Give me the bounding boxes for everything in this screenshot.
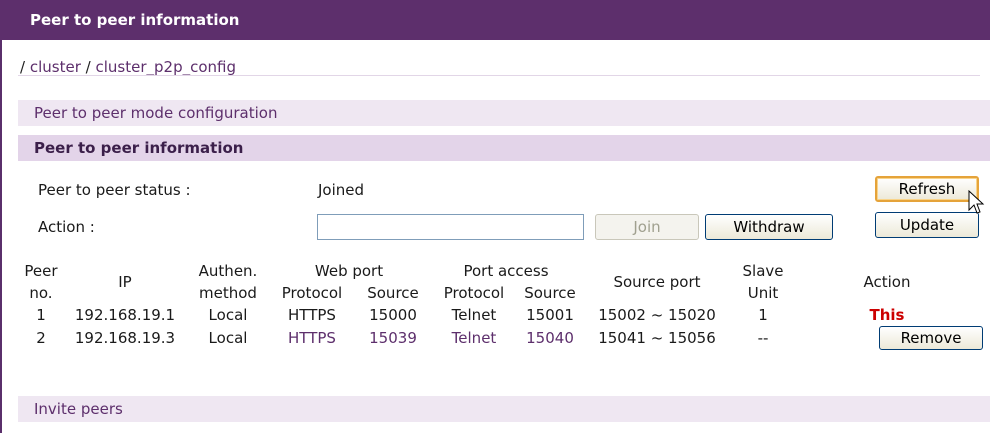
breadcrumb: / cluster / cluster_p2p_config: [20, 58, 236, 76]
remove-peer-button[interactable]: Remove: [879, 326, 983, 350]
table-row: 2 192.168.19.3 Local HTTPS 15039 Telnet …: [20, 326, 983, 350]
peer-no: 2: [36, 329, 46, 347]
peers-table: Peer IP Authen. Web port Port access Sou…: [20, 260, 983, 350]
peer-ip: 192.168.19.3: [74, 329, 176, 347]
col-header-access-source: Source: [524, 284, 576, 302]
slave-unit: 1: [758, 306, 768, 324]
source-port: 15002 ~ 15020: [598, 306, 716, 324]
web-source-link[interactable]: 15039: [356, 326, 430, 350]
auth-method: Local: [208, 306, 248, 324]
col-header-ip: IP: [118, 273, 132, 291]
col-header-source-port: Source port: [613, 273, 701, 291]
section-p2p-information: Peer to peer information: [18, 135, 990, 161]
access-protocol-link[interactable]: Telnet: [430, 326, 518, 350]
join-button[interactable]: Join: [595, 214, 699, 240]
web-source: 15000: [369, 306, 417, 324]
col-header-port-access: Port access: [463, 262, 549, 280]
web-protocol-link[interactable]: HTTPS: [268, 326, 356, 350]
access-protocol: Telnet: [451, 306, 497, 324]
breadcrumb-link-cluster-p2p-config[interactable]: cluster_p2p_config: [95, 58, 236, 76]
update-button[interactable]: Update: [875, 212, 979, 238]
breadcrumb-link-cluster[interactable]: cluster: [30, 58, 81, 76]
peer-ip: 192.168.19.1: [74, 306, 176, 324]
status-label: Peer to peer status :: [38, 181, 191, 199]
col-header-access-protocol: Protocol: [443, 284, 505, 302]
auth-method: Local: [208, 329, 248, 347]
peer-no: 1: [36, 306, 46, 324]
breadcrumb-divider: [18, 75, 980, 76]
withdraw-button[interactable]: Withdraw: [705, 214, 833, 240]
action-label: Action :: [38, 218, 95, 236]
web-protocol: HTTPS: [288, 306, 336, 324]
col-header-no: no.: [29, 284, 53, 302]
col-header-web-protocol: Protocol: [281, 284, 343, 302]
remove-cell: Remove: [794, 326, 983, 350]
status-value: Joined: [318, 181, 365, 199]
access-source: 15001: [526, 306, 574, 324]
table-header-row: Peer IP Authen. Web port Port access Sou…: [20, 260, 980, 291]
section-invite-peers[interactable]: Invite peers: [18, 396, 990, 422]
col-header-web-port: Web port: [314, 262, 384, 280]
col-header-method: method: [199, 284, 257, 302]
source-port: 15041 ~ 15056: [598, 329, 716, 347]
slave-unit: --: [757, 329, 769, 347]
access-source-link[interactable]: 15040: [518, 326, 582, 350]
col-header-unit: Unit: [747, 284, 779, 302]
mouse-pointer-icon: [968, 190, 985, 214]
breadcrumb-separator: /: [20, 58, 26, 76]
col-header-slave: Slave: [742, 262, 784, 280]
refresh-button[interactable]: Refresh: [875, 176, 979, 202]
this-peer-indicator: This: [869, 306, 905, 324]
table-row: 1 192.168.19.1 Local HTTPS 15000 Telnet …: [20, 304, 980, 326]
col-header-web-source: Source: [367, 284, 419, 302]
col-header-action: Action: [863, 273, 911, 291]
col-header-peer: Peer: [24, 262, 58, 280]
action-input[interactable]: [317, 214, 584, 240]
col-header-authen: Authen.: [198, 262, 258, 280]
breadcrumb-separator: /: [85, 58, 91, 76]
section-p2p-mode-configuration[interactable]: Peer to peer mode configuration: [18, 100, 990, 126]
page-title: Peer to peer information: [0, 0, 990, 40]
